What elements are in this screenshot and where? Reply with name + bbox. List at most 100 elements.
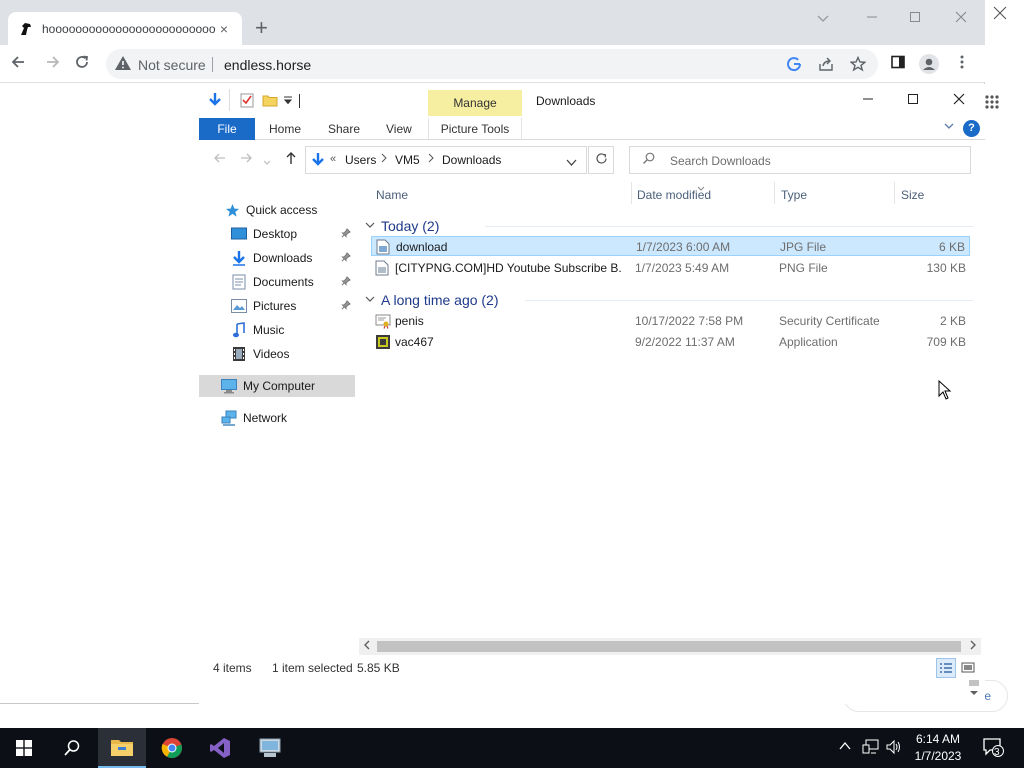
google-lens-icon[interactable] [786,56,802,72]
breadcrumb-users[interactable]: Users [345,153,376,167]
nav-downloads[interactable]: Downloads [231,247,355,269]
scroll-thumb[interactable] [377,641,961,652]
breadcrumb-overflow[interactable]: « [330,153,336,165]
horizontal-scrollbar[interactable] [359,638,981,655]
reload-icon[interactable] [72,54,92,74]
large-icons-view-icon[interactable] [958,658,978,678]
column-header-type[interactable]: Type [781,188,807,202]
help-icon[interactable]: ? [963,120,980,137]
nav-up-icon[interactable] [284,151,298,168]
expand-ribbon-chevron-icon[interactable] [943,120,955,135]
nav-back-icon[interactable] [213,151,227,168]
side-panel-icon[interactable] [888,54,908,74]
tab-close-icon[interactable]: × [216,21,232,37]
minimize-icon[interactable] [857,8,887,28]
explorer-maximize-icon[interactable] [898,90,928,112]
quick-access-down-arrow-icon[interactable] [207,92,223,111]
properties-check-icon[interactable] [239,92,255,111]
nav-forward-icon[interactable] [239,151,253,168]
volume-speaker-icon[interactable] [885,739,903,758]
bookmark-star-icon[interactable] [849,55,867,72]
group-header-long-ago[interactable]: A long time ago (2) [365,292,499,308]
nav-pictures[interactable]: Pictures [231,295,355,317]
computer-management-taskbar-icon[interactable] [246,728,294,768]
column-divider[interactable] [774,182,775,204]
file-row-penis[interactable]: penis 10/17/2022 7:58 PM Security Certif… [371,311,970,331]
search-input[interactable]: Search Downloads [629,146,971,174]
collapse-chevron-icon[interactable] [365,221,375,232]
nav-quick-access[interactable]: Quick access [224,199,317,221]
group-divider-line [525,300,973,301]
address-breadcrumb-box[interactable]: « Users VM5 Downloads [305,146,587,174]
file-name: vac467 [395,335,434,349]
refresh-icon[interactable] [588,146,614,174]
nav-videos[interactable]: Videos [231,343,289,365]
browser-tab[interactable]: hoooooooooooooooooooooooooooooooooo × [8,12,242,45]
start-windows-icon[interactable] [0,728,48,768]
tab-search-icon[interactable] [808,8,838,28]
warning-icon[interactable] [114,55,132,74]
show-hidden-icons-chevron-icon[interactable] [838,739,852,756]
visual-studio-taskbar-icon[interactable] [196,728,244,768]
column-divider[interactable] [631,182,632,204]
pin-icon[interactable] [341,275,351,289]
pin-icon[interactable] [341,299,351,313]
apps-grid-icon[interactable] [984,94,1000,113]
not-secure-label[interactable]: Not secure [138,57,206,73]
pin-icon[interactable] [341,251,351,265]
url-text[interactable]: endless.horse [224,57,311,73]
profile-avatar-icon[interactable] [919,54,939,74]
column-header-name[interactable]: Name [376,188,408,202]
tab-file[interactable]: File [199,118,255,140]
breadcrumb-downloads[interactable]: Downloads [442,153,501,167]
forward-icon[interactable] [43,54,63,74]
pin-icon[interactable] [341,227,351,241]
column-header-date-modified[interactable]: Date modified [637,188,711,202]
column-divider[interactable] [894,182,895,204]
scroll-left-arrow-icon[interactable] [363,640,371,652]
customize-qa-dropdown-icon[interactable] [283,94,293,108]
background-window-close-icon[interactable] [993,6,1007,25]
nav-documents[interactable]: Documents [231,271,355,293]
file-row-vac467[interactable]: vac467 9/2/2022 11:37 AM Application 709… [371,332,970,352]
explorer-minimize-icon[interactable] [853,90,883,112]
videos-film-icon [231,346,247,362]
new-tab-button[interactable]: + [255,16,268,40]
vertical-scrollbar[interactable] [964,680,980,705]
nav-music[interactable]: Music [231,319,284,341]
omnibox[interactable]: Not secure endless.horse [106,49,878,79]
tab-home[interactable]: Home [269,118,301,140]
omnibox-separator [212,57,213,72]
menu-kebab-icon[interactable] [952,54,972,74]
file-row-download[interactable]: download 1/7/2023 6:00 AM JPG File 6 KB [371,236,970,256]
close-icon[interactable] [946,8,976,28]
back-icon[interactable] [8,54,28,74]
breadcrumb-vm5[interactable]: VM5 [395,153,420,167]
nav-desktop[interactable]: Desktop [231,223,355,245]
nav-recent-chevron-icon[interactable] [263,154,271,170]
collapse-chevron-icon[interactable] [365,295,375,306]
taskbar-search-icon[interactable] [48,728,96,768]
status-selected: 1 item selected [272,661,353,675]
network-tray-icon[interactable] [862,739,880,758]
details-view-icon[interactable] [936,658,956,678]
tab-picture-tools[interactable]: Picture Tools [428,118,522,140]
group-header-today[interactable]: Today (2) [365,218,439,234]
nav-my-computer[interactable]: My Computer [199,375,355,397]
explorer-close-icon[interactable] [944,90,974,112]
address-history-chevron-icon[interactable] [566,156,577,170]
manage-context-tab[interactable]: Manage [428,90,522,116]
nav-network[interactable]: Network [221,407,287,429]
file-explorer-taskbar-icon[interactable] [98,728,146,768]
chrome-taskbar-icon[interactable] [148,728,196,768]
maximize-icon[interactable] [900,8,930,28]
file-type: Security Certificate [779,314,880,328]
column-header-size[interactable]: Size [901,188,924,202]
new-folder-icon[interactable] [262,92,278,111]
file-row-citypng[interactable]: [CITYPNG.COM]HD Youtube Subscribe B... 1… [371,258,970,278]
share-icon[interactable] [818,56,834,72]
tab-view[interactable]: View [386,118,412,140]
taskbar-clock[interactable]: 6:14 AM 1/7/2023 [908,731,968,765]
tab-share[interactable]: Share [328,118,360,140]
scroll-right-arrow-icon[interactable] [969,640,977,652]
